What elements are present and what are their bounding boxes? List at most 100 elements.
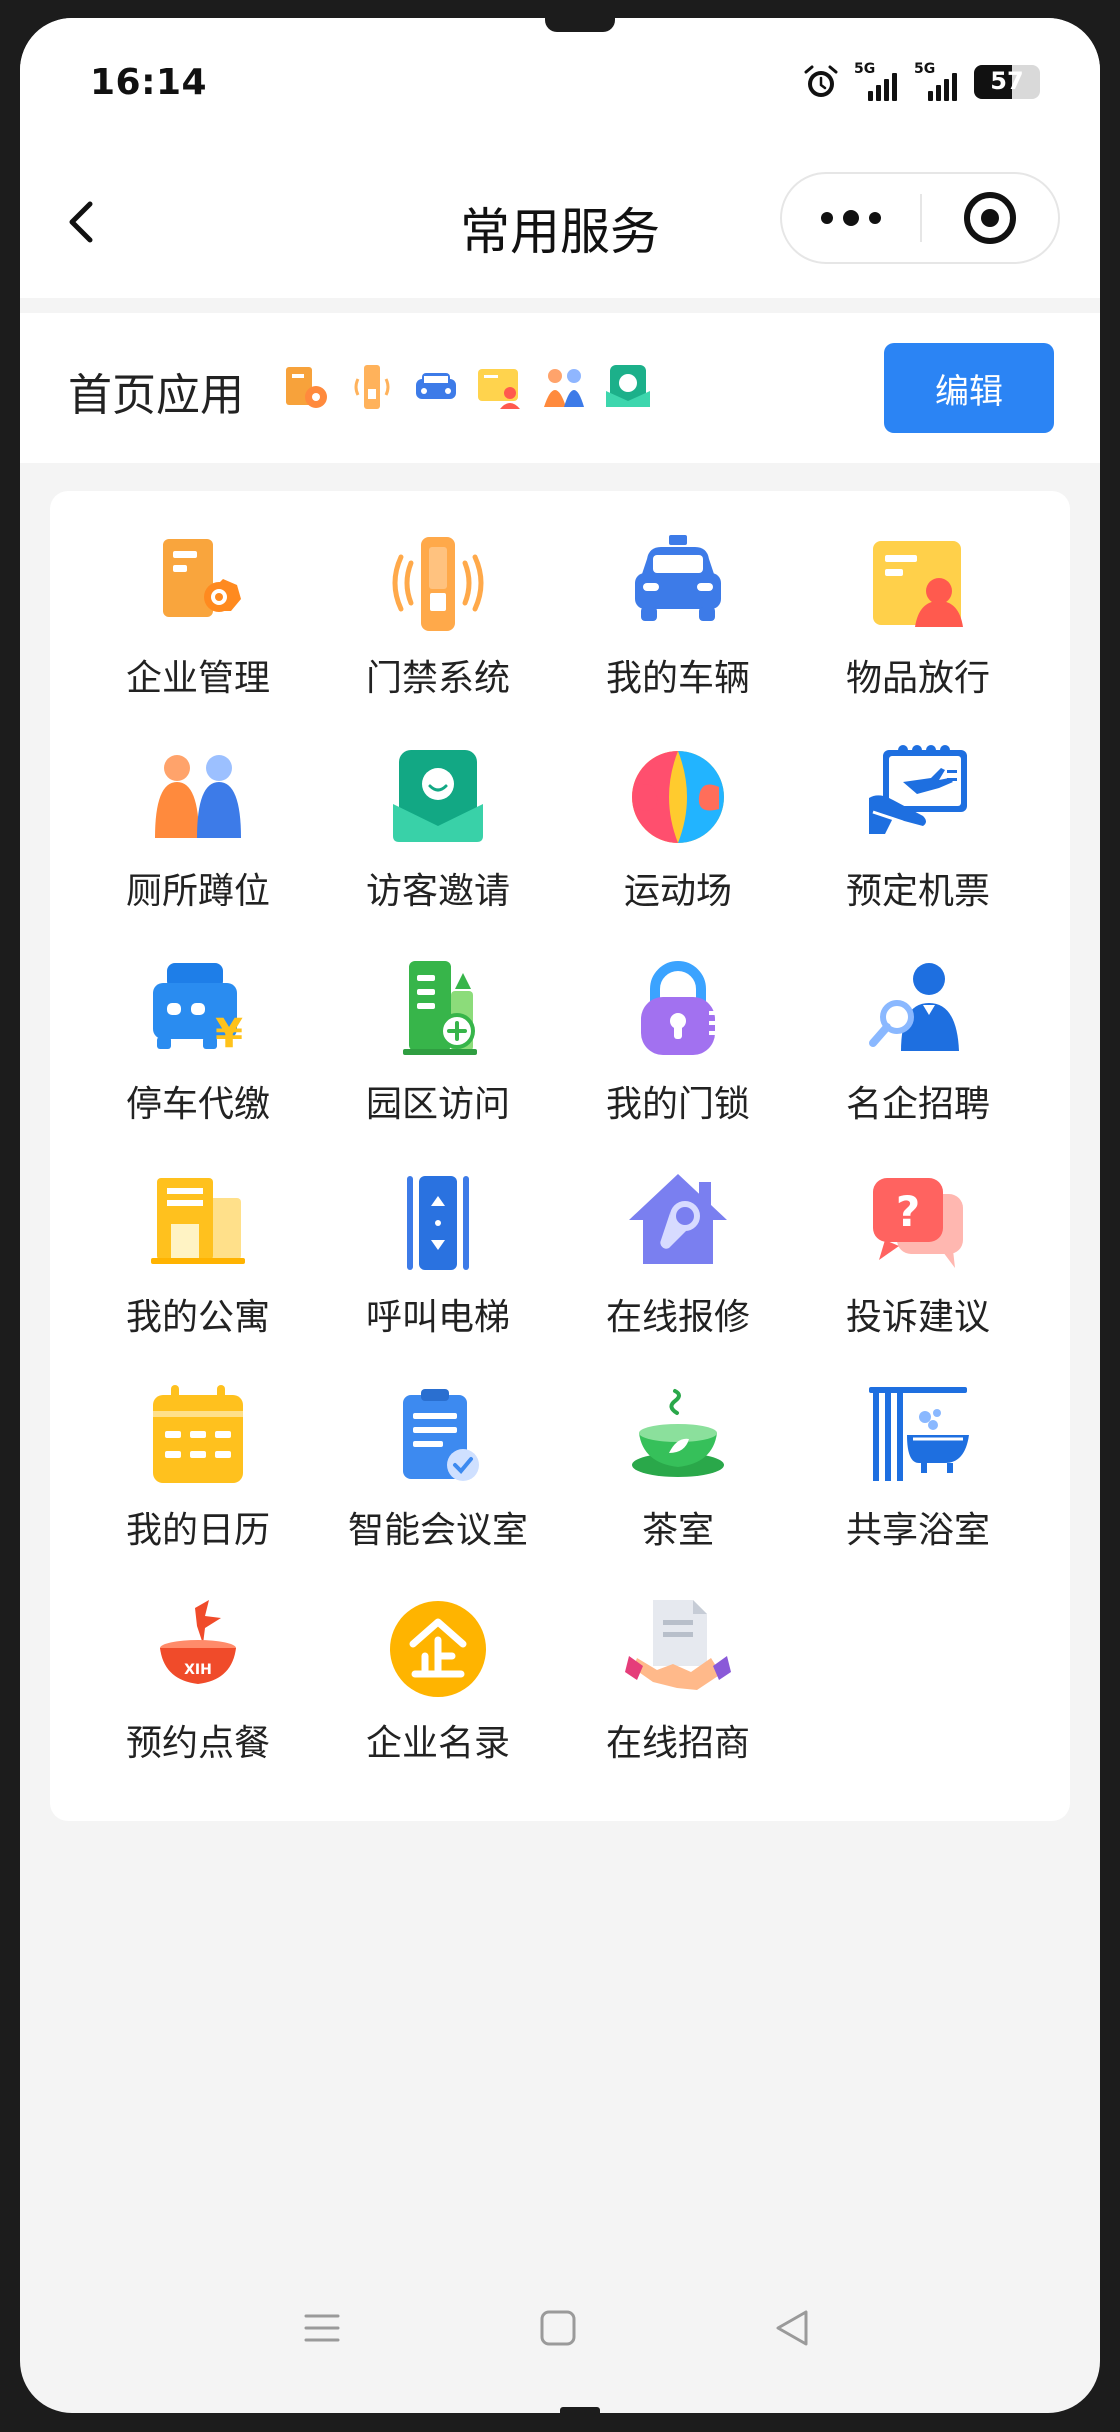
service-label: 园区访问 <box>365 1084 510 1125</box>
service-label: 物品放行 <box>845 658 990 699</box>
service-item-book-flight[interactable]: 预定机票 <box>798 742 1038 955</box>
visitor-icon <box>606 365 650 407</box>
enterprise-directory-icon <box>390 1601 486 1697</box>
visitor-icon <box>393 750 483 842</box>
service-item-my-lock[interactable]: 我的门锁 <box>558 955 798 1168</box>
service-label: 我的门锁 <box>605 1084 750 1125</box>
home-apps-bar: 首页应用 编辑 <box>20 313 1100 463</box>
phone-screen: 16:14 5G 5G 57 常用服务 首页应用 编辑 企业管理 门禁系统 我的… <box>20 18 1100 2413</box>
service-label: 企业管理 <box>125 658 270 699</box>
service-label: 在线招商 <box>605 1723 750 1764</box>
recruit-icon <box>869 963 959 1051</box>
edit-button[interactable]: 编辑 <box>884 343 1054 433</box>
elevator-icon <box>407 1176 469 1270</box>
more-button[interactable] <box>782 174 920 262</box>
nav-bar: 常用服务 <box>20 158 1100 298</box>
services-card: 企业管理 门禁系统 我的车辆 物品放行 厕所蹲位 访客邀请 运动场 预定机票 ¥… <box>50 491 1070 1821</box>
service-item-door-access[interactable]: 门禁系统 <box>318 529 558 742</box>
id-card-icon <box>478 369 520 409</box>
battery-icon: 57 <box>974 65 1040 99</box>
service-label: 在线报修 <box>605 1297 750 1338</box>
service-item-online-investment[interactable]: 在线招商 <box>558 1594 798 1807</box>
system-navigation-bar <box>20 2298 1100 2378</box>
service-label: 访客邀请 <box>365 871 510 912</box>
service-item-call-elevator[interactable]: 呼叫电梯 <box>318 1168 558 1381</box>
service-item-parking-payment[interactable]: ¥ 停车代缴 <box>78 955 318 1168</box>
home-apps-label: 首页应用 <box>68 370 244 421</box>
service-label: 我的车辆 <box>605 658 750 699</box>
service-label: 停车代缴 <box>125 1084 270 1125</box>
service-item-visitor-invite[interactable]: 访客邀请 <box>318 742 558 955</box>
service-item-order-food[interactable]: XIH 预约点餐 <box>78 1594 318 1807</box>
service-label: 投诉建议 <box>845 1297 990 1338</box>
mini-program-capsule <box>780 172 1060 264</box>
id-card-icon <box>873 541 963 627</box>
close-mini-program-button[interactable] <box>922 174 1058 262</box>
service-label: 我的日历 <box>125 1510 270 1551</box>
service-item-recruitment[interactable]: 名企招聘 <box>798 955 1038 1168</box>
status-icons: 5G 5G 57 <box>802 61 1040 102</box>
service-item-enterprise-directory[interactable]: 企业名录 <box>318 1594 558 1807</box>
signal-label: 5G <box>854 61 876 77</box>
camera-notch <box>545 18 615 32</box>
service-label: 运动场 <box>623 871 732 912</box>
bottom-notch <box>560 2407 600 2413</box>
signal-icon: 5G <box>854 61 900 101</box>
parking-pay-icon: ¥ <box>153 963 243 1057</box>
service-item-tea-room[interactable]: 茶室 <box>558 1381 798 1594</box>
service-item-toilet-stalls[interactable]: 厕所蹲位 <box>78 742 318 955</box>
service-item-complaints[interactable]: ? 投诉建议 <box>798 1168 1038 1381</box>
alarm-clock-icon <box>804 65 838 97</box>
status-bar: 16:14 5G 5G 57 <box>20 18 1100 158</box>
service-item-online-repair[interactable]: 在线报修 <box>558 1168 798 1381</box>
repair-icon <box>629 1174 727 1264</box>
tea-icon <box>632 1389 724 1477</box>
car-icon <box>635 535 721 621</box>
building-gear-icon <box>163 539 241 617</box>
calendar-icon <box>153 1385 243 1483</box>
investment-icon <box>625 1600 731 1690</box>
food-order-icon: XIH <box>160 1600 236 1684</box>
service-label: 企业名录 <box>365 1723 510 1764</box>
signal-icon: 5G <box>914 61 960 101</box>
people-icon <box>544 369 584 407</box>
bathroom-icon <box>869 1387 969 1481</box>
park-visit-icon <box>403 961 477 1055</box>
service-item-item-release[interactable]: 物品放行 <box>798 529 1038 742</box>
svg-text:XIH: XIH <box>184 1662 212 1678</box>
service-label: 呼叫电梯 <box>365 1297 510 1338</box>
meeting-room-icon <box>403 1389 479 1481</box>
car-icon <box>416 373 456 399</box>
services-grid: 企业管理 门禁系统 我的车辆 物品放行 厕所蹲位 访客邀请 运动场 预定机票 ¥… <box>50 529 1070 1807</box>
people-icon <box>155 755 241 838</box>
plane-ticket-icon <box>869 745 967 834</box>
svg-text:¥: ¥ <box>215 1011 243 1057</box>
door-access-icon <box>354 365 390 409</box>
service-label: 茶室 <box>641 1510 714 1551</box>
service-label: 预定机票 <box>845 871 990 912</box>
service-item-enterprise-management[interactable]: 企业管理 <box>78 529 318 742</box>
service-label: 预约点餐 <box>125 1723 270 1764</box>
service-item-smart-meeting-room[interactable]: 智能会议室 <box>318 1381 558 1594</box>
lock-icon <box>641 961 715 1055</box>
apartment-icon <box>151 1178 245 1264</box>
back-triangle-icon[interactable] <box>772 2308 812 2348</box>
service-item-my-calendar[interactable]: 我的日历 <box>78 1381 318 1594</box>
home-icon[interactable] <box>538 2308 578 2348</box>
recent-apps-icon[interactable] <box>302 2308 342 2348</box>
service-label: 我的公寓 <box>125 1297 270 1338</box>
service-label: 厕所蹲位 <box>125 871 270 912</box>
signal-label: 5G <box>914 61 936 77</box>
complaint-icon: ? <box>873 1178 963 1268</box>
service-label: 智能会议室 <box>347 1510 528 1551</box>
service-label: 名企招聘 <box>845 1084 990 1125</box>
status-time: 16:14 <box>90 62 208 103</box>
service-label: 共享浴室 <box>845 1510 990 1551</box>
service-item-shared-bathroom[interactable]: 共享浴室 <box>798 1381 1038 1594</box>
building-gear-icon <box>286 367 327 408</box>
service-item-my-vehicle[interactable]: 我的车辆 <box>558 529 798 742</box>
service-item-sports-field[interactable]: 运动场 <box>558 742 798 955</box>
service-item-park-visit[interactable]: 园区访问 <box>318 955 558 1168</box>
service-label: 门禁系统 <box>365 658 510 699</box>
service-item-my-apartment[interactable]: 我的公寓 <box>78 1168 318 1381</box>
